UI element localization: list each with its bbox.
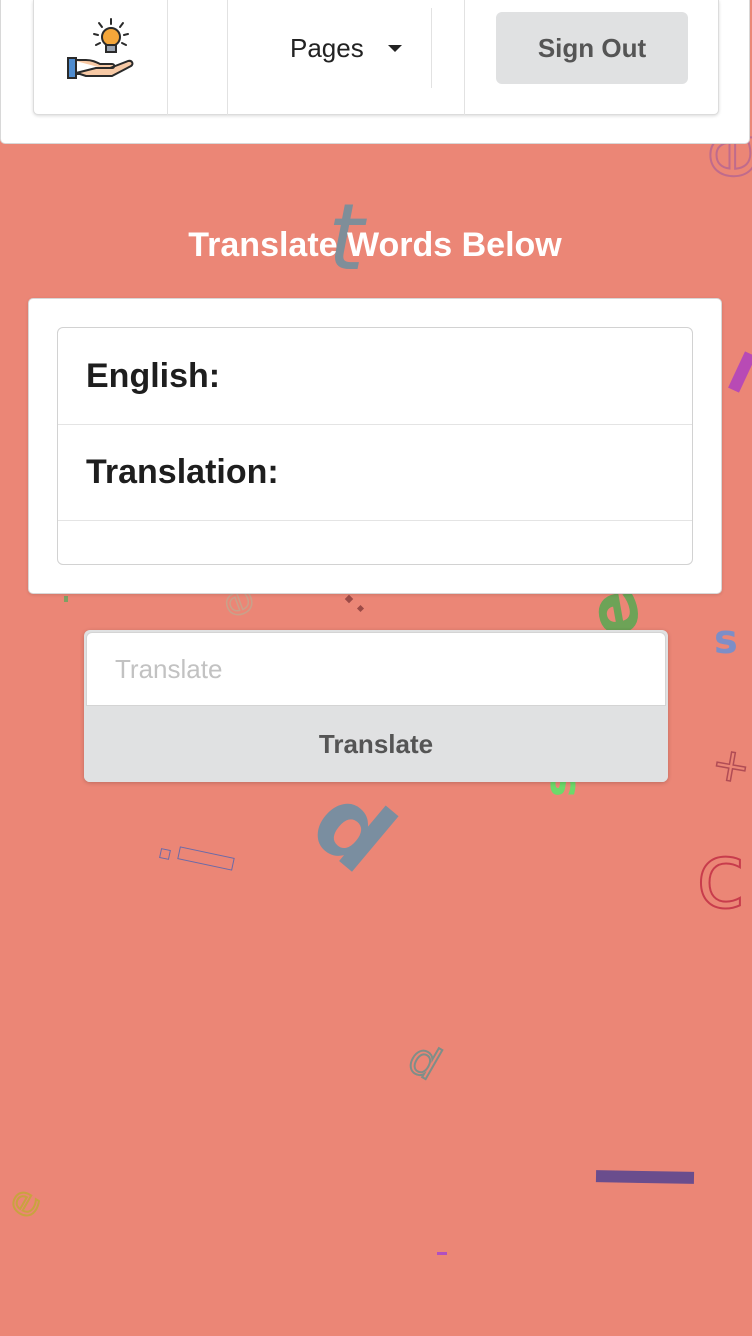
lightbulb-hand-icon xyxy=(67,18,134,79)
deco-square-outline xyxy=(159,848,171,860)
menu-divider-2 xyxy=(227,0,228,115)
deco-dot-dark-2 xyxy=(356,604,365,613)
translate-input[interactable] xyxy=(86,632,666,706)
table-row-empty xyxy=(58,521,692,564)
deco-letter-plus: + xyxy=(707,734,752,795)
top-header: Pages Sign Out xyxy=(0,0,750,144)
deco-bar-outline xyxy=(177,846,235,871)
table-row-english: English: xyxy=(58,328,692,425)
menu-divider-3 xyxy=(431,8,432,88)
table-row-translation: Translation: xyxy=(58,425,692,521)
translation-label: Translation: xyxy=(86,453,279,491)
top-menu-bar: Pages Sign Out xyxy=(33,0,719,115)
dropdown-caret-icon xyxy=(387,44,402,52)
translate-form: Translate xyxy=(84,630,668,782)
english-label: English: xyxy=(86,356,221,395)
deco-bar-purple xyxy=(595,1170,695,1184)
sign-out-button[interactable]: Sign Out xyxy=(496,12,688,84)
deco-dot-green xyxy=(64,596,68,602)
translation-card: English: Translation: xyxy=(28,298,722,594)
deco-letter-e-yellow: e xyxy=(0,1178,51,1227)
deco-letter-s-blue: s xyxy=(714,617,738,663)
deco-letter-d: d xyxy=(398,1031,450,1091)
logo-hand-lightbulb-icon[interactable] xyxy=(66,16,136,82)
deco-bar-magenta xyxy=(728,351,752,393)
menu-divider-4 xyxy=(464,0,465,115)
menu-divider-1 xyxy=(167,0,168,115)
deco-letter-p: p xyxy=(282,775,407,905)
pages-dropdown-label: Pages xyxy=(290,32,364,63)
deco-dot-purple xyxy=(437,1252,447,1255)
deco-dot-dark xyxy=(344,594,354,604)
deco-letter-c: c xyxy=(695,824,747,929)
pages-dropdown[interactable]: Pages xyxy=(290,30,402,66)
page-title: Translate Words Below xyxy=(188,226,562,264)
translation-table: English: Translation: xyxy=(57,327,693,565)
translate-button[interactable]: Translate xyxy=(84,706,668,782)
